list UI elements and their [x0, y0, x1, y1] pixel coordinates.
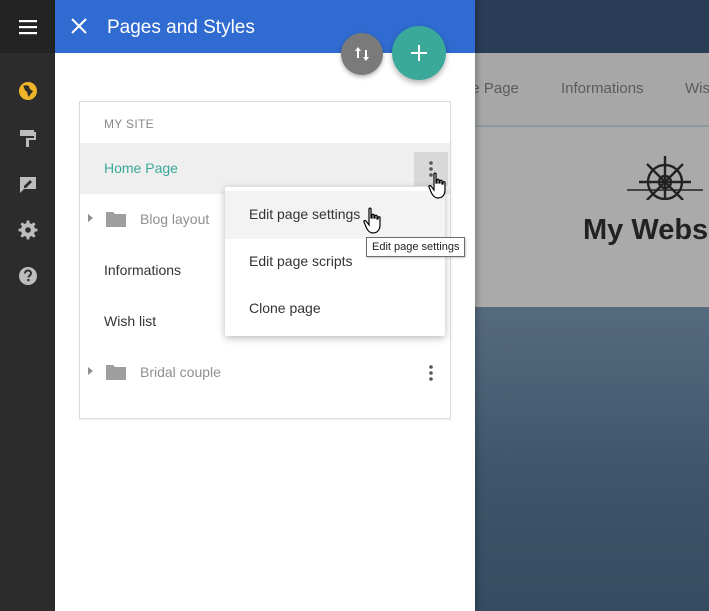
page-item-label: Wish list: [104, 313, 157, 329]
rail-styles-button[interactable]: [17, 127, 39, 149]
expand-caret-icon[interactable]: [88, 214, 93, 222]
menu-item-label: Edit page settings: [249, 206, 361, 222]
folder-more-button[interactable]: [414, 356, 448, 390]
close-drawer-button[interactable]: [69, 16, 89, 36]
reorder-pages-button[interactable]: [341, 33, 383, 75]
left-rail: [0, 0, 55, 611]
folder-item-label: Bridal couple: [140, 364, 221, 380]
more-vertical-icon: [429, 365, 433, 381]
website-preview: ne Page Informations Wis My Webs: [475, 0, 709, 611]
close-icon: [71, 18, 87, 34]
folder-icon: [106, 212, 126, 227]
menu-item-edit-page-settings[interactable]: Edit page settings: [225, 191, 445, 239]
help-icon: [19, 267, 37, 285]
pages-and-styles-drawer: Pages and Styles MY SITE Home Page Blog …: [55, 0, 475, 611]
menu-button[interactable]: [0, 0, 55, 53]
page-context-menu: Edit page settings Edit page scripts Clo…: [225, 187, 445, 336]
page-item-label: Informations: [104, 262, 182, 278]
drawer-title: Pages and Styles: [107, 17, 255, 38]
rail-edit-button[interactable]: [17, 173, 39, 195]
hand-cursor-icon: [363, 207, 381, 234]
tooltip: Edit page settings: [366, 237, 466, 257]
menu-icon: [18, 19, 37, 34]
globe-icon: [19, 82, 37, 100]
expand-caret-icon[interactable]: [88, 367, 93, 375]
swap-vertical-icon: [355, 47, 369, 61]
menu-item-label: Clone page: [249, 300, 321, 316]
hand-cursor-icon: [428, 172, 446, 199]
add-page-button[interactable]: [392, 26, 446, 80]
paint-roller-icon: [20, 130, 36, 147]
rail-settings-button[interactable]: [17, 219, 39, 241]
preview-overlay: [475, 0, 709, 611]
section-label: MY SITE: [104, 117, 154, 131]
page-item-label: Home Page: [104, 160, 178, 176]
edit-icon: [20, 177, 36, 193]
folder-item-label: Blog layout: [140, 211, 210, 227]
rail-help-button[interactable]: [17, 265, 39, 287]
folder-icon: [106, 365, 126, 380]
plus-icon: [411, 45, 427, 61]
menu-item-label: Edit page scripts: [249, 253, 353, 269]
menu-item-clone-page[interactable]: Clone page: [225, 285, 445, 333]
gear-icon: [18, 220, 38, 240]
rail-globe-button[interactable]: [17, 80, 39, 102]
folder-item-bridal-couple[interactable]: Bridal couple: [80, 347, 450, 398]
